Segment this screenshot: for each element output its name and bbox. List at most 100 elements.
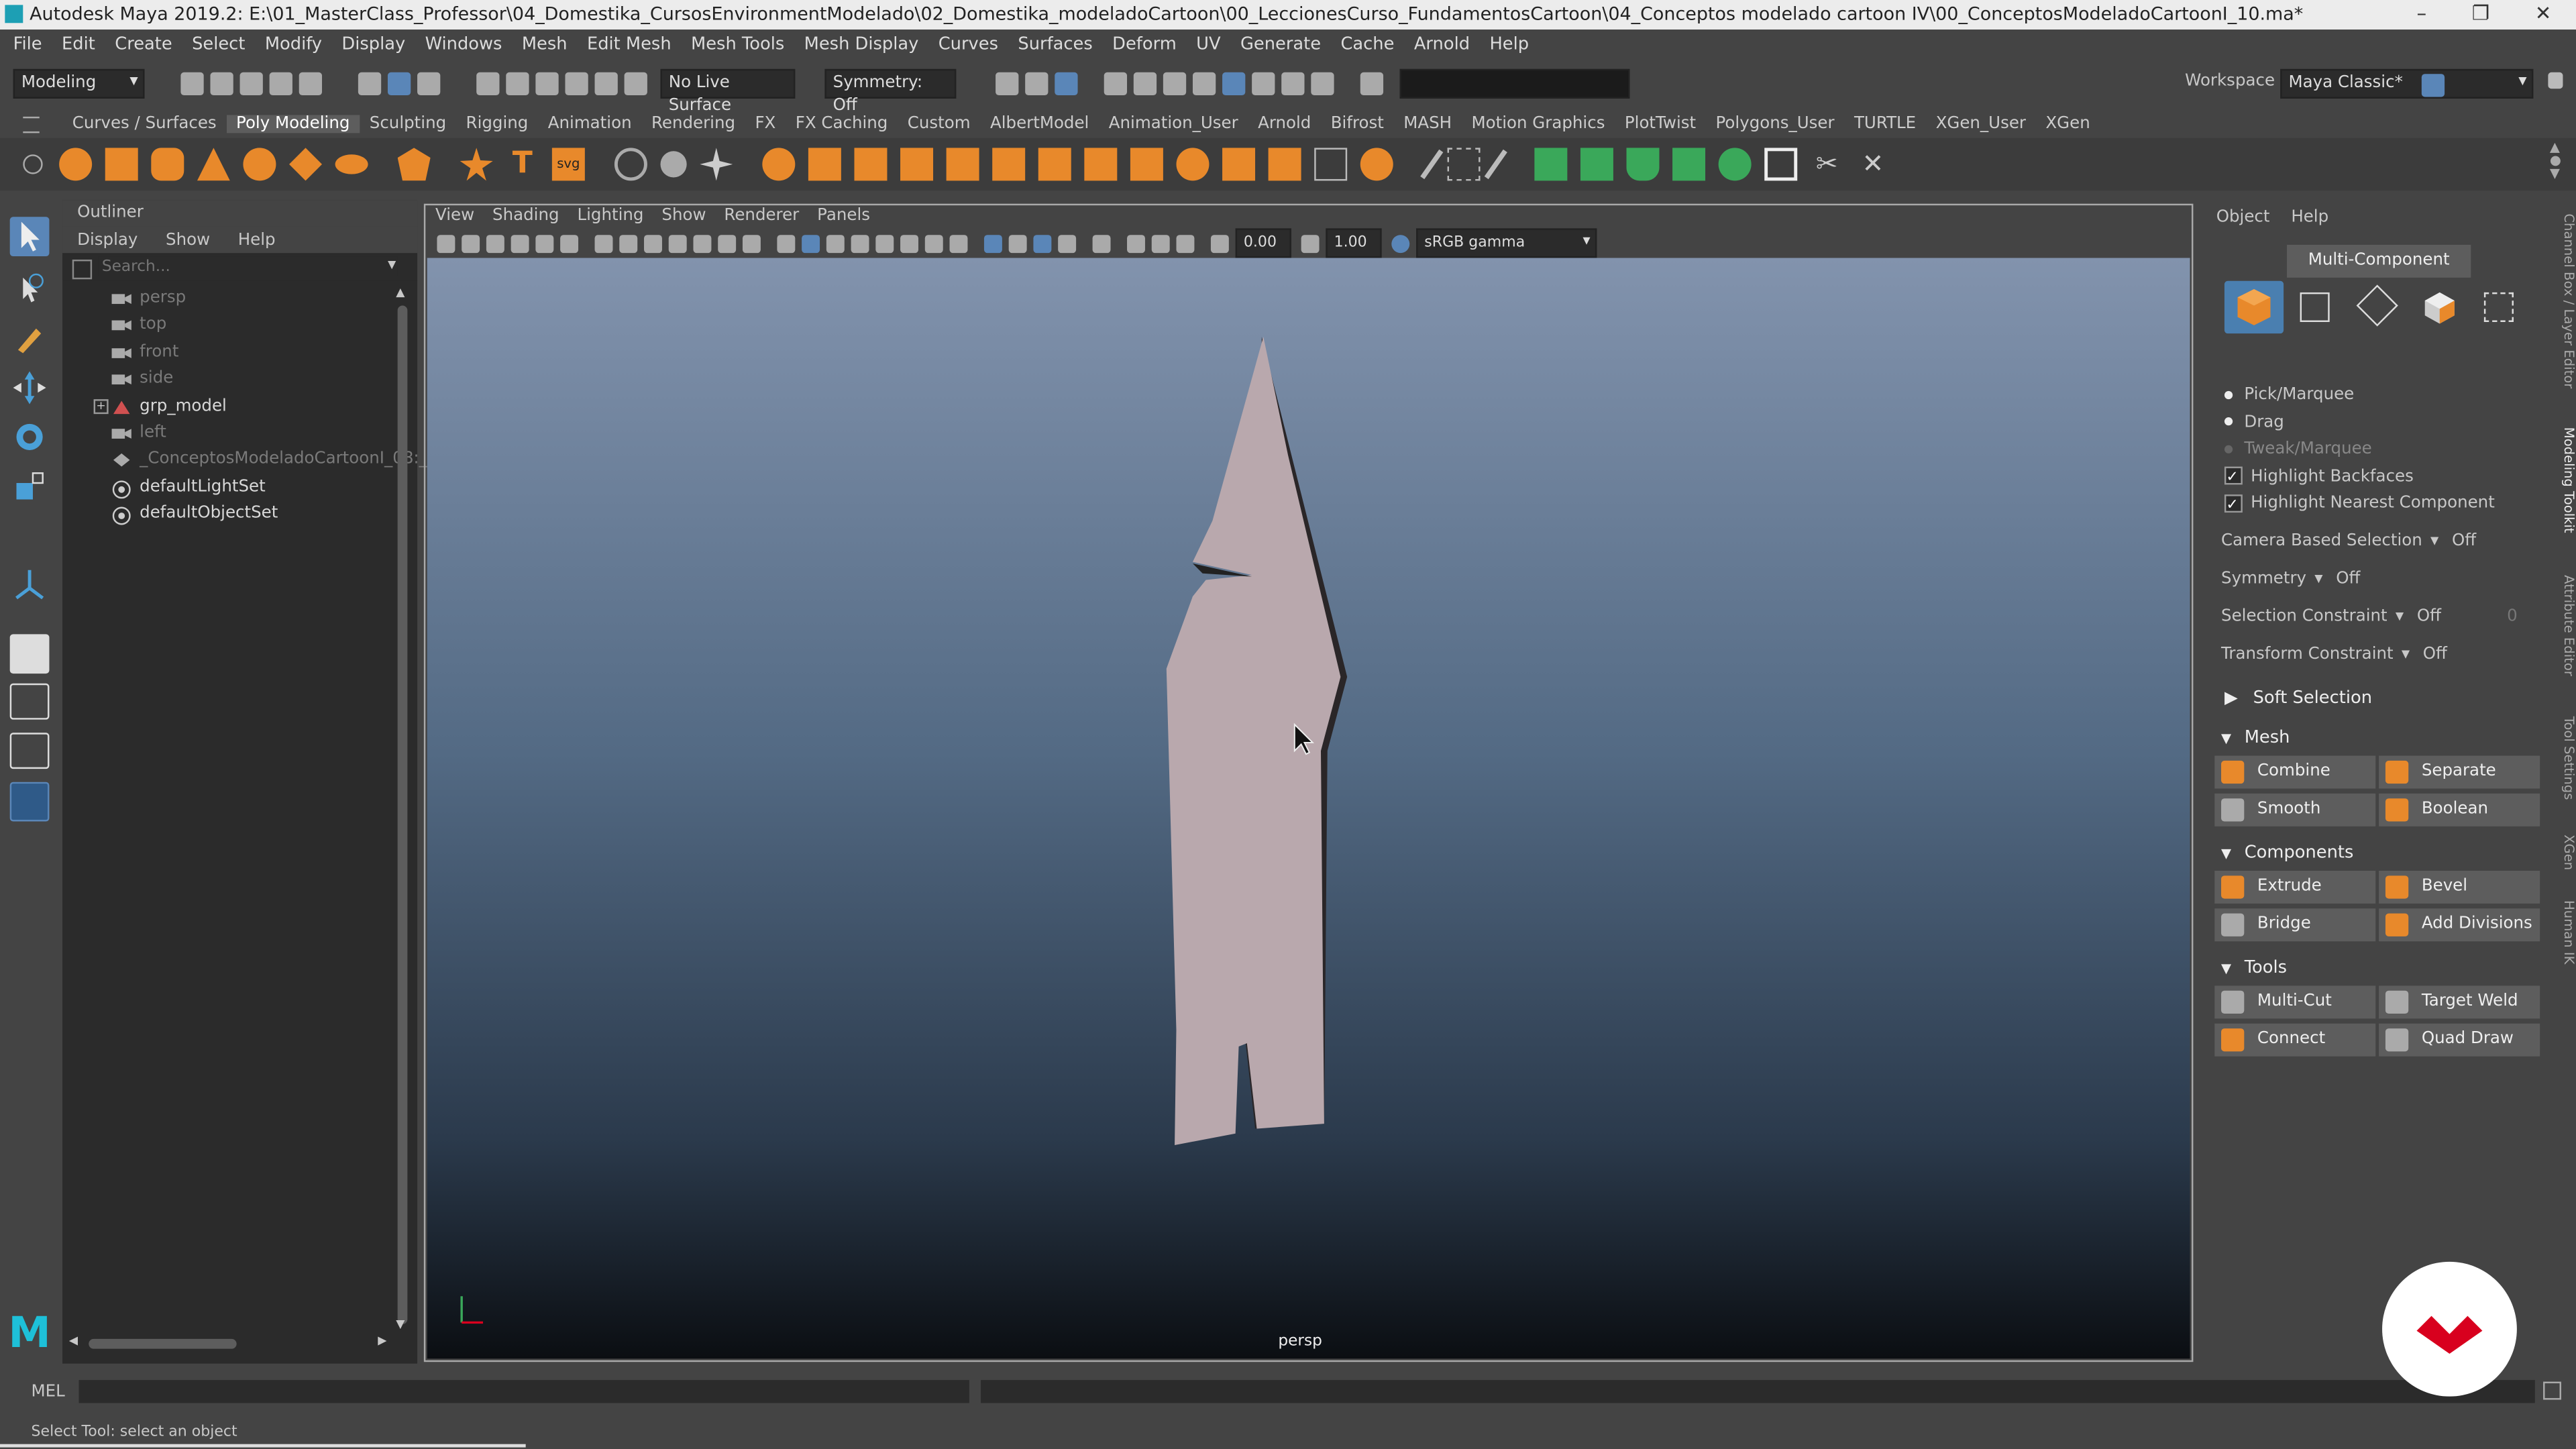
menu-edit-mesh[interactable]: Edit Mesh xyxy=(587,34,672,54)
constraint-extra-field[interactable]: 0 xyxy=(2507,603,2518,633)
redo-icon[interactable] xyxy=(299,72,323,96)
layout-single-icon[interactable] xyxy=(2421,74,2445,97)
outliner-search-input[interactable] xyxy=(98,256,398,276)
add-divisions-button[interactable]: Add Divisions xyxy=(2379,908,2540,942)
auto-map-icon[interactable] xyxy=(1718,148,1752,181)
radio-icon[interactable] xyxy=(2224,444,2233,453)
safe-title-icon[interactable] xyxy=(742,233,761,252)
insert-edge-loop-icon[interactable] xyxy=(1447,148,1481,181)
offset-edge-loop-icon[interactable] xyxy=(1484,149,1507,180)
planar-map-icon[interactable] xyxy=(1580,148,1613,181)
uv-editor-icon[interactable] xyxy=(1534,148,1568,181)
poly-torus-icon[interactable] xyxy=(243,148,276,181)
scroll-up-icon[interactable]: ▲ xyxy=(396,286,405,299)
outliner-item[interactable]: + grp_model xyxy=(62,394,391,420)
bridge-button[interactable]: Bridge xyxy=(2214,908,2376,942)
poly-text-icon[interactable]: T xyxy=(506,147,539,180)
render-frame-icon[interactable] xyxy=(1133,72,1157,96)
viewport-menu-lighting[interactable]: Lighting xyxy=(577,207,643,225)
svg-icon[interactable]: svg xyxy=(551,148,585,181)
bevel-button[interactable]: Bevel xyxy=(2379,870,2540,904)
shelf-tab-mash[interactable]: MASH xyxy=(1394,115,1462,133)
multi-cut-shelf-icon[interactable] xyxy=(1420,149,1444,180)
outliner-item[interactable]: side xyxy=(62,367,391,393)
bevel-shelf-icon[interactable] xyxy=(1084,148,1118,181)
option-pick-marquee[interactable]: Pick/Marquee xyxy=(2224,381,2553,411)
ipr-render-icon[interactable] xyxy=(1163,72,1187,96)
wireframe-icon[interactable] xyxy=(777,233,796,252)
constraint-camera-based-selection[interactable]: Camera Based Selection ▾ Off xyxy=(2221,527,2550,557)
pause-icon[interactable] xyxy=(1311,72,1334,96)
vertex-display-icon[interactable] xyxy=(700,148,733,181)
poly-cylinder-icon[interactable] xyxy=(151,148,184,181)
constraint-symmetry[interactable]: Symmetry ▾ Off xyxy=(2221,565,2550,594)
shelf-tab-fx-caching[interactable]: FX Caching xyxy=(786,115,898,133)
poly-cube-icon[interactable] xyxy=(105,148,138,181)
shelf-tab-xgen-user[interactable]: XGen_User xyxy=(1926,115,2036,133)
side-tab-human-ik[interactable]: Human IK xyxy=(2557,900,2576,965)
gate-mask-icon[interactable] xyxy=(668,233,687,252)
live-surface-field[interactable]: No Live Surface xyxy=(660,68,796,115)
minimize-button[interactable]: – xyxy=(2392,0,2451,30)
textured-icon[interactable] xyxy=(875,233,894,252)
new-scene-icon[interactable] xyxy=(180,72,204,96)
select-component-icon[interactable] xyxy=(417,72,441,96)
workspace-select[interactable]: Maya Classic* ▾ xyxy=(2280,68,2534,99)
extract-shelf-icon[interactable] xyxy=(854,148,888,181)
scroll-down-icon[interactable]: ▼ xyxy=(396,1318,405,1331)
menu-mesh[interactable]: Mesh xyxy=(522,34,568,54)
smooth-shelf-icon[interactable] xyxy=(900,148,934,181)
combine-button[interactable]: Combine xyxy=(2214,755,2376,789)
menu-generate[interactable]: Generate xyxy=(1240,34,1321,54)
input-ops-icon[interactable] xyxy=(996,72,1019,96)
undo-icon[interactable] xyxy=(269,72,292,96)
toolkit-menu-object[interactable]: Object xyxy=(2216,208,2270,226)
exposure-icon[interactable] xyxy=(1210,233,1229,252)
xray-active-icon[interactable] xyxy=(1058,233,1077,252)
2d-pan-zoom-icon[interactable] xyxy=(560,233,579,252)
edge-mode-icon[interactable] xyxy=(2356,284,2398,327)
menu-windows[interactable]: Windows xyxy=(425,34,502,54)
shelf-tab-sculpting[interactable]: Sculpting xyxy=(360,115,456,133)
gamma-icon[interactable] xyxy=(1301,233,1320,252)
outliner-item[interactable]: top xyxy=(62,313,391,339)
close-button[interactable]: ✕ xyxy=(2514,0,2573,30)
menu-edit[interactable]: Edit xyxy=(62,34,95,54)
snap-grid-icon[interactable] xyxy=(476,72,500,96)
menu-file[interactable]: File xyxy=(13,34,42,54)
viewport-menu-renderer[interactable]: Renderer xyxy=(724,207,799,225)
shelf-tab-polygons-user[interactable]: Polygons_User xyxy=(1706,115,1844,133)
frame-all-icon[interactable] xyxy=(1127,233,1145,252)
toggle-panel-icon[interactable] xyxy=(1360,72,1384,96)
viewport-3d[interactable]: persp xyxy=(427,258,2190,1359)
film-gate-icon[interactable] xyxy=(619,233,638,252)
shelf-grip-icon[interactable] xyxy=(23,115,40,133)
outliner-item[interactable]: left xyxy=(62,421,391,447)
mel-label[interactable]: MEL xyxy=(32,1383,65,1401)
target-weld-button[interactable]: Target Weld xyxy=(2379,985,2540,1019)
separate-button[interactable]: Separate xyxy=(2379,755,2540,789)
side-tab-modeling-toolkit[interactable]: Modeling Toolkit xyxy=(2557,427,2576,533)
chevron-down-icon[interactable]: ▾ xyxy=(2402,645,2410,663)
menu-select[interactable]: Select xyxy=(192,34,245,54)
shelf-settings-icon[interactable] xyxy=(23,154,43,174)
checkbox-icon[interactable] xyxy=(2224,464,2243,493)
image-plane-icon[interactable] xyxy=(511,233,529,252)
grease-pencil-icon[interactable] xyxy=(535,233,554,252)
poly-disc-icon[interactable] xyxy=(335,154,368,174)
snap-pivot-icon[interactable] xyxy=(624,72,647,96)
shelf-tab-rigging[interactable]: Rigging xyxy=(456,115,538,133)
scroll-thumb-horizontal[interactable] xyxy=(89,1338,237,1349)
multi-cut-button[interactable]: Multi-Cut xyxy=(2214,985,2376,1019)
snap-point-icon[interactable] xyxy=(535,72,559,96)
viewport-menu-view[interactable]: View xyxy=(435,207,474,225)
outliner-hscrollbar[interactable]: ◀ ▶ xyxy=(69,1334,391,1350)
last-tool-icon[interactable] xyxy=(10,565,50,604)
chevron-down-icon[interactable]: ▾ xyxy=(2314,570,2322,588)
reduce-shelf-icon[interactable] xyxy=(946,148,979,181)
cylindrical-map-icon[interactable] xyxy=(1626,148,1660,181)
sew-uv-icon[interactable]: ✕ xyxy=(1856,148,1889,180)
mode-select[interactable]: Modeling ▾ xyxy=(13,68,145,99)
option-highlight-backfaces[interactable]: Highlight Backfaces xyxy=(2224,462,2553,493)
xray-joints-icon[interactable] xyxy=(1033,233,1052,252)
